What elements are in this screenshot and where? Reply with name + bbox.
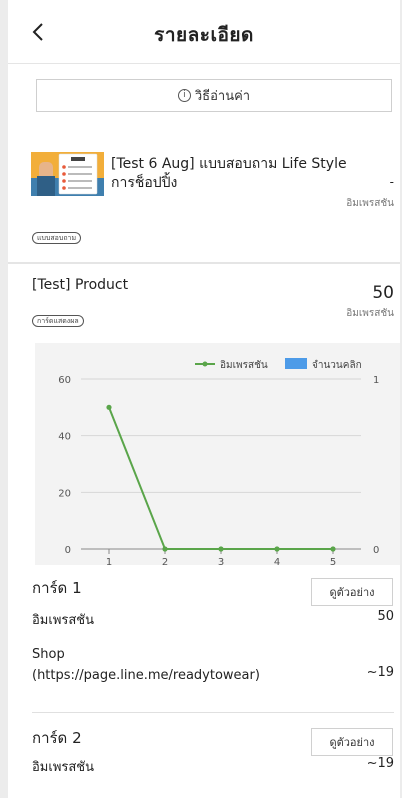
survey-title: [Test 6 Aug] แบบสอบถาม Life Style การช็อ… (111, 156, 347, 191)
card-2-impressions-value: ~19 (366, 756, 394, 771)
x-tick-label: 4 (274, 557, 280, 565)
card-1-impressions-value: 50 (377, 609, 394, 624)
impressions-point (218, 546, 224, 552)
card-1-title: การ์ด 1 (32, 579, 82, 597)
card-divider (32, 712, 394, 713)
card-1-link-value: ~19 (366, 665, 394, 680)
survey-value: - (389, 175, 394, 189)
x-tick-label: 3 (218, 557, 224, 565)
impressions-chart: 0 20 40 60 0 1 1 2 3 4 5 อิมเพรสชัน จำนวนคลิก (35, 343, 400, 565)
legend-line-marker (202, 361, 208, 367)
card-2-title: การ์ด 2 (32, 729, 82, 747)
y-left-tick-label: 0 (65, 545, 71, 556)
y-left-tick-label: 60 (58, 375, 71, 386)
info-icon: i (177, 89, 191, 102)
chart-svg: 0 20 40 60 0 1 1 2 3 4 5 อิมเพรสชัน จำนวนคลิก (58, 358, 379, 565)
x-tick-label: 5 (330, 557, 336, 565)
how-to-read-label: วิธีอ่านค่า (194, 89, 251, 104)
legend-impressions-label: อิมเพรสชัน (220, 360, 268, 371)
page-title: รายละเอียด (154, 24, 254, 46)
header-bar: รายละเอียด (8, 0, 400, 64)
legend-clicks-label: จำนวนคลิก (312, 360, 362, 371)
impressions-point (330, 546, 336, 552)
y-left-tick-label: 40 (58, 432, 71, 443)
section-divider (8, 262, 400, 264)
x-tick-label: 1 (106, 557, 112, 565)
x-tick-label: 2 (162, 557, 168, 565)
card-1-link-url: (https://page.line.me/readytowear) (32, 668, 260, 683)
product-type-badge: การ์ดแสดงผล (32, 315, 84, 327)
card-1-link-label: Shop (32, 647, 65, 662)
survey-metric-label: อิมเพรสชัน (346, 198, 394, 209)
survey-type-badge: แบบสอบถาม (32, 232, 82, 244)
y-right-tick-label: 1 (373, 375, 379, 386)
card-1-link: Shop (https://page.line.me/readytowear) (32, 644, 260, 686)
detail-screen: รายละเอียด i วิธีอ่านค่า [Test 6 Aug] แบ… (8, 0, 400, 798)
card-2-preview-button[interactable]: ดูตัวอย่าง (311, 728, 393, 756)
card-1-preview-button[interactable]: ดูตัวอย่าง (311, 578, 393, 606)
card-1-impressions-label: อิมเพรสชัน (32, 613, 95, 628)
y-left-tick-label: 20 (58, 488, 71, 499)
product-value: 50 (372, 283, 394, 303)
card-2-impressions-label: อิมเพรสชัน (32, 760, 95, 775)
survey-thumbnail (31, 152, 104, 196)
impressions-point (274, 546, 280, 552)
product-metric-label: อิมเพรสชัน (346, 308, 394, 319)
product-name: [Test] Product (32, 277, 129, 293)
impressions-point (162, 546, 168, 552)
y-right-tick-label: 0 (373, 545, 379, 556)
impressions-line (108, 406, 333, 550)
how-to-read-button[interactable]: i วิธีอ่านค่า (36, 79, 392, 112)
legend-bar-swatch (285, 358, 307, 369)
impressions-point (106, 404, 112, 410)
